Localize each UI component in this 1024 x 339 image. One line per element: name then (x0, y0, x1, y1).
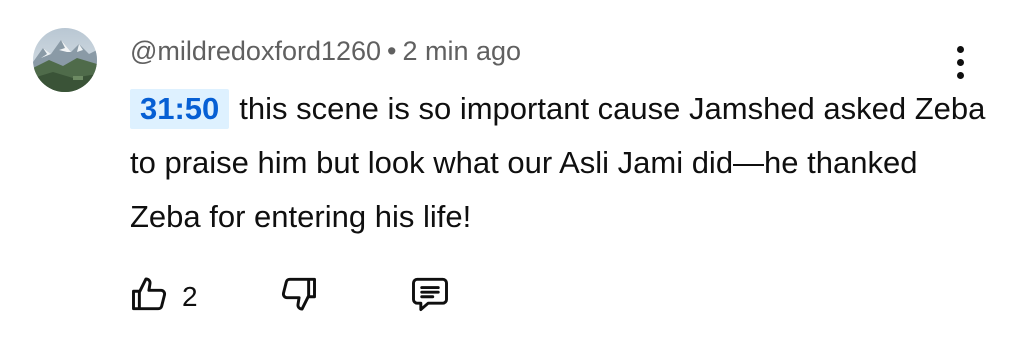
comment-text: this scene is so important cause Jamshed… (130, 91, 986, 234)
author-name[interactable]: @mildredoxford1260 (130, 36, 381, 66)
thumb-down-icon (281, 277, 316, 311)
comment-meta: @mildredoxford1260 • 2 min ago (130, 34, 521, 68)
more-vert-icon (956, 45, 964, 53)
comment-time: 2 min ago (402, 36, 522, 66)
meta-separator: • (387, 36, 397, 66)
like-count: 2 (182, 281, 198, 312)
more-options-button[interactable] (945, 40, 975, 84)
avatar[interactable] (33, 28, 97, 92)
avatar-mountain-image (33, 28, 97, 92)
more-vert-icon-dot (956, 71, 964, 79)
dislike-button[interactable] (276, 272, 320, 316)
comment-body: 31:50 this scene is so important cause Ja… (130, 82, 990, 244)
timestamp-link[interactable]: 31:50 (130, 89, 230, 129)
more-vert-icon-dot (956, 58, 964, 66)
comment-icon (412, 277, 448, 312)
thumb-up-icon (132, 277, 167, 311)
reply-button[interactable] (408, 272, 452, 316)
like-button[interactable]: 2 (128, 272, 198, 316)
comment-item: @mildredoxford1260 • 2 min ago 31:50 this s… (0, 0, 1024, 339)
